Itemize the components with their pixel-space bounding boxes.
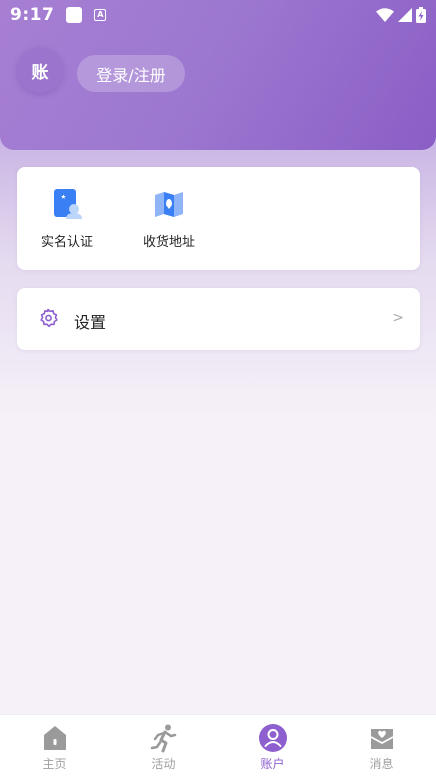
tab-account[interactable]: 账户 [218, 715, 327, 776]
tab-label: 活动 [151, 757, 176, 771]
tab-label: 账户 [260, 757, 285, 771]
battery-charging-icon [416, 7, 426, 23]
status-bar: 9:17 A [0, 0, 436, 30]
tool-label: 实名认证 [40, 235, 93, 250]
tab-activity[interactable]: 活动 [109, 715, 218, 776]
tools-card: 实名认证 收货地址 [17, 167, 420, 270]
id-card-icon [54, 189, 82, 219]
app-a-icon: A [94, 9, 107, 21]
tab-label: 主页 [42, 757, 67, 771]
tool-real-name-verification[interactable]: 实名认证 [22, 187, 112, 250]
status-time: 9:17 [10, 5, 55, 25]
bottom-tab-bar: 主页 活动 账户 消息 [0, 714, 436, 776]
tool-label: 收货地址 [142, 235, 195, 250]
gear-icon [40, 308, 58, 328]
login-register-button[interactable]: 登录/注册 [77, 55, 185, 92]
tab-messages[interactable]: 消息 [327, 715, 436, 776]
tab-label: 消息 [369, 757, 394, 771]
wifi-icon [376, 8, 394, 22]
signal-icon [398, 8, 412, 22]
user-icon [258, 724, 287, 752]
settings-row[interactable]: 设置 > [17, 288, 420, 350]
runner-icon [150, 724, 176, 753]
settings-label: 设置 [74, 313, 107, 332]
avatar[interactable]: 账 [17, 47, 63, 93]
message-heart-icon [370, 729, 393, 749]
home-icon [43, 726, 66, 750]
map-icon [155, 192, 183, 217]
status-right-icons [376, 7, 426, 23]
chevron-right-icon: > [392, 310, 404, 326]
notification-square-icon [66, 7, 83, 23]
tool-shipping-address[interactable]: 收货地址 [124, 187, 214, 250]
tab-home[interactable]: 主页 [0, 715, 109, 776]
